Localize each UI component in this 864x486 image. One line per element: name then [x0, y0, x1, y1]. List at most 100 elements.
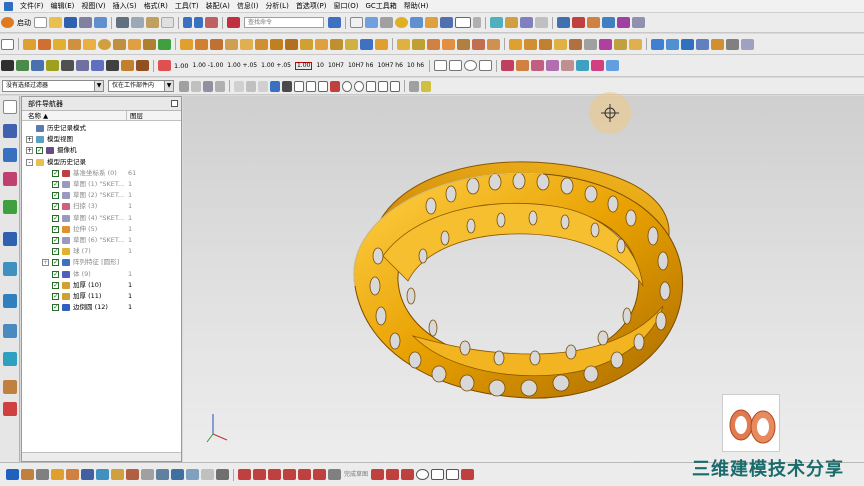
sketch-circle-icon[interactable]	[283, 469, 296, 480]
navigator-row[interactable]: 拉伸 (5) 1	[22, 224, 181, 235]
snap-center-icon[interactable]	[342, 80, 352, 92]
menu-gc-toolkit[interactable]: GC工具箱	[365, 1, 396, 11]
arc-icon[interactable]	[91, 60, 104, 71]
expression-icon[interactable]	[584, 38, 597, 50]
untrim-icon[interactable]	[569, 38, 582, 50]
assembly-icon[interactable]	[51, 469, 64, 480]
layout-icon[interactable]	[36, 469, 49, 480]
move-to-layer-icon[interactable]	[520, 17, 533, 28]
snap-mid-icon[interactable]	[246, 80, 256, 92]
clearance-icon[interactable]	[156, 469, 169, 480]
mirror-feature-icon[interactable]	[375, 38, 388, 50]
process-studio-icon[interactable]	[3, 352, 17, 366]
surface-finish-icon[interactable]	[479, 60, 493, 71]
general-select-icon[interactable]	[179, 80, 189, 92]
constraint-navigator-icon[interactable]	[3, 148, 17, 162]
pmi-icon[interactable]	[711, 38, 724, 50]
menu-preferences[interactable]: 首选项(P)	[296, 1, 327, 11]
view-orient-icon[interactable]	[455, 17, 471, 28]
copy-to-layer-icon[interactable]	[535, 17, 548, 28]
menu-help[interactable]: 帮助(H)	[404, 1, 429, 11]
explode-icon[interactable]	[111, 469, 124, 480]
navigator-row[interactable]: + 阵列特征 [圆形]	[22, 257, 181, 268]
dropdown-arrow-icon[interactable]	[473, 17, 481, 28]
visibility-checkbox[interactable]	[52, 257, 59, 268]
lighting-icon[interactable]	[425, 17, 438, 28]
snap-end-icon[interactable]	[234, 80, 244, 92]
visibility-checkbox[interactable]	[36, 145, 43, 156]
menu-view[interactable]: 视图(V)	[81, 1, 105, 11]
shell-icon[interactable]	[285, 38, 298, 50]
manufacturing-wizards-icon[interactable]	[3, 380, 17, 394]
pad-icon[interactable]	[158, 38, 171, 50]
sequence-icon[interactable]	[126, 469, 139, 480]
through-curves-icon[interactable]	[427, 38, 440, 50]
settings-icon[interactable]	[3, 100, 17, 114]
menu-format[interactable]: 格式(R)	[144, 1, 168, 11]
wireframe-icon[interactable]	[282, 80, 292, 92]
reference-set-icon[interactable]	[96, 469, 109, 480]
parts-list-icon[interactable]	[576, 60, 590, 71]
navigator-row[interactable]: 草图 (1) "SKET...1	[22, 179, 181, 190]
polygon-tool-icon[interactable]	[431, 469, 445, 480]
draft-icon[interactable]	[300, 38, 313, 50]
n-sided-icon[interactable]	[457, 38, 470, 50]
edit-object-icon[interactable]	[587, 17, 600, 28]
copy-icon[interactable]	[131, 17, 144, 28]
reuse-library-icon[interactable]	[3, 200, 17, 214]
sphere-icon[interactable]	[98, 38, 111, 50]
annotation-icon[interactable]	[741, 38, 754, 50]
intersect-icon[interactable]	[210, 38, 223, 50]
snap-intersection-icon[interactable]	[330, 80, 340, 92]
undo-icon[interactable]	[183, 17, 192, 28]
navigator-row[interactable]: 球 (7) 1	[22, 246, 181, 257]
snap-point-icon[interactable]	[366, 80, 376, 92]
tolerance-format-4[interactable]: 1.00 +.05	[261, 62, 291, 69]
zoom-icon[interactable]	[380, 17, 393, 28]
constraint-icon[interactable]	[81, 469, 94, 480]
system-materials-icon[interactable]	[3, 324, 17, 338]
move-component-icon[interactable]	[171, 469, 184, 480]
assembly-scope-select[interactable]: 仅在工作部件内 ▼	[108, 80, 174, 92]
bridge-icon[interactable]	[136, 60, 149, 71]
open-folder-icon[interactable]	[49, 17, 62, 28]
column-layer-header[interactable]: 图层	[126, 111, 143, 121]
visibility-checkbox[interactable]	[52, 246, 59, 257]
start-button[interactable]: 启动	[17, 19, 31, 26]
render-style-icon[interactable]	[410, 17, 423, 28]
tolerance-format-8[interactable]: 10H7 h6	[348, 62, 374, 69]
visibility-checkbox[interactable]	[52, 201, 59, 212]
select-window-icon[interactable]	[350, 17, 363, 28]
web-browser-icon[interactable]	[3, 262, 17, 276]
history-icon[interactable]	[3, 294, 17, 308]
command-finder-icon[interactable]	[227, 17, 240, 28]
datum-plane-icon[interactable]	[31, 60, 44, 71]
navigator-row[interactable]: + 摄像机	[22, 145, 181, 156]
subtract-icon[interactable]	[195, 38, 208, 50]
bounded-plane-icon[interactable]	[472, 38, 485, 50]
axis-icon[interactable]	[61, 60, 74, 71]
command-search-input[interactable]: 查找命令	[244, 17, 324, 28]
menu-tools[interactable]: 工具(T)	[175, 1, 199, 11]
menu-window[interactable]: 窗口(O)	[334, 1, 359, 11]
snap-on-curve-icon[interactable]	[258, 80, 268, 92]
expand-icon[interactable]: +	[26, 147, 33, 155]
tolerance-format-10[interactable]: 10 h6	[407, 62, 424, 69]
select-edge-icon[interactable]	[318, 80, 328, 92]
move-face-icon[interactable]	[629, 38, 642, 50]
visibility-checkbox[interactable]	[52, 280, 59, 291]
type-filter-icon[interactable]	[215, 80, 225, 92]
select-curve-icon[interactable]	[306, 80, 316, 92]
datum-axis-icon[interactable]	[16, 60, 29, 71]
save-all-icon[interactable]	[94, 17, 107, 28]
navigator-row[interactable]: - 模型历史记录	[22, 157, 181, 168]
navigator-row[interactable]: 体 (9) 1	[22, 269, 181, 280]
swept-icon[interactable]	[412, 38, 425, 50]
chamfer-icon[interactable]	[270, 38, 283, 50]
measure-icon[interactable]	[617, 17, 630, 28]
expand-icon[interactable]: +	[42, 259, 49, 267]
sketch-point-icon[interactable]	[386, 469, 400, 480]
extract-icon[interactable]	[524, 38, 537, 50]
paste-icon[interactable]	[146, 17, 159, 28]
cut-icon[interactable]	[116, 17, 129, 28]
